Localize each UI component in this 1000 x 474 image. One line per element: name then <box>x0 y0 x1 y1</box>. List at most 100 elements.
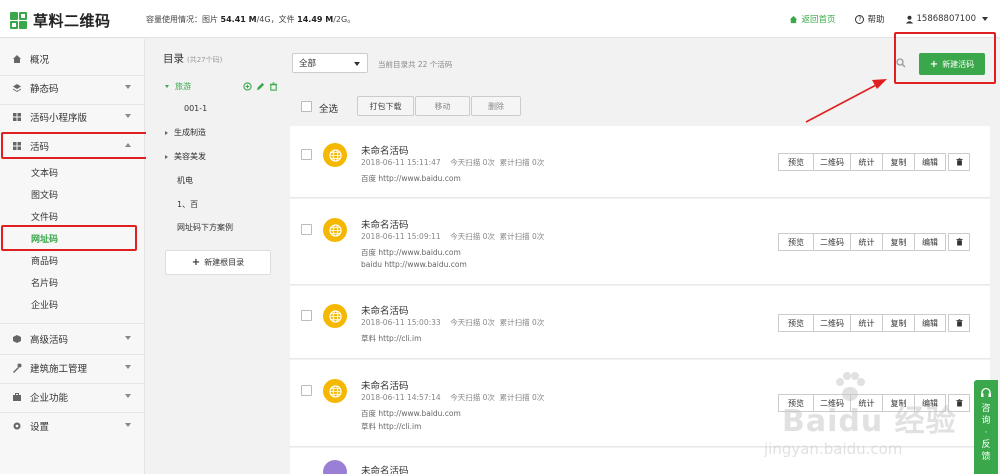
preview-button[interactable]: 预览 <box>778 153 814 171</box>
move-button[interactable]: 移动 <box>415 96 470 116</box>
add-icon[interactable] <box>243 82 252 91</box>
grid-icon <box>13 113 21 121</box>
card-title[interactable]: 未命名活码 <box>361 463 409 474</box>
caret-right-icon <box>165 154 168 159</box>
select-all-checkbox[interactable] <box>301 101 312 112</box>
sidebar-sub-image-code[interactable]: 图文码 <box>31 188 58 201</box>
card-meta: 2018-06-11 15:00:33 今天扫描 0次 累计扫描 0次 <box>361 318 545 327</box>
card-meta: 2018-06-11 15:11:47 今天扫描 0次 累计扫描 0次 <box>361 158 545 167</box>
storage-usage: 容量使用情况：图片 54.41 M/4G，文件 14.49 M/2G。 <box>146 15 356 24</box>
chevron-down-icon <box>125 394 131 398</box>
directory-node-baidu[interactable]: 1、百 <box>177 199 198 210</box>
card-url: 草料 http://cli.im <box>361 334 422 343</box>
logo[interactable]: 草料二维码 <box>10 10 111 31</box>
copy-button[interactable]: 复制 <box>882 314 915 332</box>
stats-button[interactable]: 统计 <box>850 233 883 251</box>
qrcode-button[interactable]: 二维码 <box>813 314 851 332</box>
card-url: baidu http://www.baidu.com <box>361 260 467 269</box>
stats-button[interactable]: 统计 <box>850 153 883 171</box>
help-link[interactable]: ? 帮助 <box>855 13 885 25</box>
card-actions: 预览 二维码 统计 复制 编辑 <box>778 153 970 171</box>
card-actions: 预览 二维码 统计 复制 编辑 <box>778 233 970 251</box>
directory-node-beauty[interactable]: 美容美发 <box>165 151 206 162</box>
delete-icon[interactable] <box>269 82 278 91</box>
edit-button[interactable]: 编辑 <box>914 153 946 171</box>
annotation-box-new-button <box>894 32 996 84</box>
directory-node-travel[interactable]: 旅游 <box>165 81 191 92</box>
directory-title: 目录 (共27个码) <box>163 53 223 65</box>
briefcase-icon <box>13 393 21 401</box>
chevron-down-icon <box>125 423 131 427</box>
count-text: 当前目录共 22 个活码 <box>378 60 453 69</box>
caret-right-icon <box>165 130 168 135</box>
logo-icon <box>10 12 27 29</box>
directory-panel: 目录 (共27个码) 旅游 001-1 生成制造 美容美发 机电 1、百 网址码下… <box>146 39 290 474</box>
caret-down-icon <box>165 85 169 88</box>
card-checkbox[interactable] <box>301 224 312 235</box>
edit-button[interactable]: 编辑 <box>914 314 946 332</box>
sidebar: 概况 静态码 活码小程序版 活码 文本码 图文码 文件码 网址码 商品码 名片码… <box>0 39 149 474</box>
qrcode-button[interactable]: 二维码 <box>813 233 851 251</box>
top-header: 草料二维码 容量使用情况：图片 54.41 M/4G，文件 14.49 M/2G… <box>0 0 1000 38</box>
sidebar-item-construction[interactable]: 建筑施工管理 <box>0 357 145 379</box>
qrcode-button[interactable]: 二维码 <box>813 153 851 171</box>
edit-icon[interactable] <box>256 82 265 91</box>
directory-node-electromech[interactable]: 机电 <box>177 175 193 186</box>
card-title[interactable]: 未命名活码 <box>361 378 409 392</box>
directory-node-url-cases[interactable]: 网址码下方案例 <box>177 222 233 233</box>
sidebar-item-settings[interactable]: 设置 <box>0 415 145 437</box>
preview-button[interactable]: 预览 <box>778 233 814 251</box>
home-icon <box>790 15 798 23</box>
chevron-down-icon <box>354 62 360 66</box>
code-card: 未命名活码 2018-06-11 15:11:47 今天扫描 0次 累计扫描 0… <box>290 126 990 198</box>
consult-feedback-tab[interactable]: 咨 询 · 反 馈 <box>974 380 998 474</box>
copy-button[interactable]: 复制 <box>882 233 915 251</box>
globe-icon <box>323 460 347 474</box>
delete-card-button[interactable] <box>948 233 970 251</box>
copy-button[interactable]: 复制 <box>882 153 915 171</box>
stats-button[interactable]: 统计 <box>850 314 883 332</box>
card-url: 百度 http://www.baidu.com <box>361 248 461 257</box>
edit-button[interactable]: 编辑 <box>914 233 946 251</box>
filter-select[interactable]: 全部 <box>292 53 368 73</box>
sidebar-sub-text-code[interactable]: 文本码 <box>31 166 58 179</box>
sidebar-item-static-code[interactable]: 静态码 <box>0 77 145 99</box>
card-title[interactable]: 未命名活码 <box>361 217 409 231</box>
chevron-down-icon <box>982 17 988 21</box>
preview-button[interactable]: 预览 <box>778 314 814 332</box>
delete-button[interactable]: 删除 <box>471 96 521 116</box>
back-home-link[interactable]: 返回首页 <box>789 13 835 25</box>
card-checkbox[interactable] <box>301 149 312 160</box>
new-root-directory-button[interactable]: + 新建根目录 <box>165 250 271 275</box>
bulk-download-button[interactable]: 打包下载 <box>357 96 414 116</box>
sidebar-sub-product-code[interactable]: 商品码 <box>31 254 58 267</box>
user-menu[interactable]: 15868807100 <box>905 14 988 24</box>
sidebar-item-overview[interactable]: 概况 <box>0 48 145 70</box>
card-checkbox[interactable] <box>301 310 312 321</box>
directory-node-manufacturing[interactable]: 生成制造 <box>165 127 206 138</box>
card-meta: 2018-06-11 15:09:11 今天扫描 0次 累计扫描 0次 <box>361 232 545 241</box>
delete-card-button[interactable] <box>948 314 970 332</box>
delete-card-button[interactable] <box>948 153 970 171</box>
directory-node-001-1[interactable]: 001-1 <box>184 104 207 113</box>
sidebar-item-miniprogram[interactable]: 活码小程序版 <box>0 106 145 128</box>
gear-icon <box>13 422 21 430</box>
plus-icon: + <box>191 257 201 268</box>
card-title[interactable]: 未命名活码 <box>361 303 409 317</box>
sidebar-sub-file-code[interactable]: 文件码 <box>31 210 58 223</box>
card-checkbox[interactable] <box>301 385 312 396</box>
card-meta: 2018-06-11 14:57:14 今天扫描 0次 累计扫描 0次 <box>361 393 545 402</box>
cube-icon <box>13 335 21 343</box>
sidebar-sub-enterprise-code[interactable]: 企业码 <box>31 298 58 311</box>
chevron-down-icon <box>125 365 131 369</box>
home-icon <box>13 55 21 63</box>
card-title[interactable]: 未命名活码 <box>361 143 409 157</box>
globe-icon <box>323 143 347 167</box>
annotation-box-live-code <box>1 132 149 159</box>
sidebar-item-enterprise[interactable]: 企业功能 <box>0 386 145 408</box>
headset-icon <box>981 387 991 397</box>
sidebar-sub-card-code[interactable]: 名片码 <box>31 276 58 289</box>
sidebar-item-advanced-code[interactable]: 高级活码 <box>0 328 145 350</box>
annotation-box-url-code <box>1 225 137 251</box>
baidu-watermark: Baidu 经验 jingyan.baidu.com <box>752 368 956 468</box>
